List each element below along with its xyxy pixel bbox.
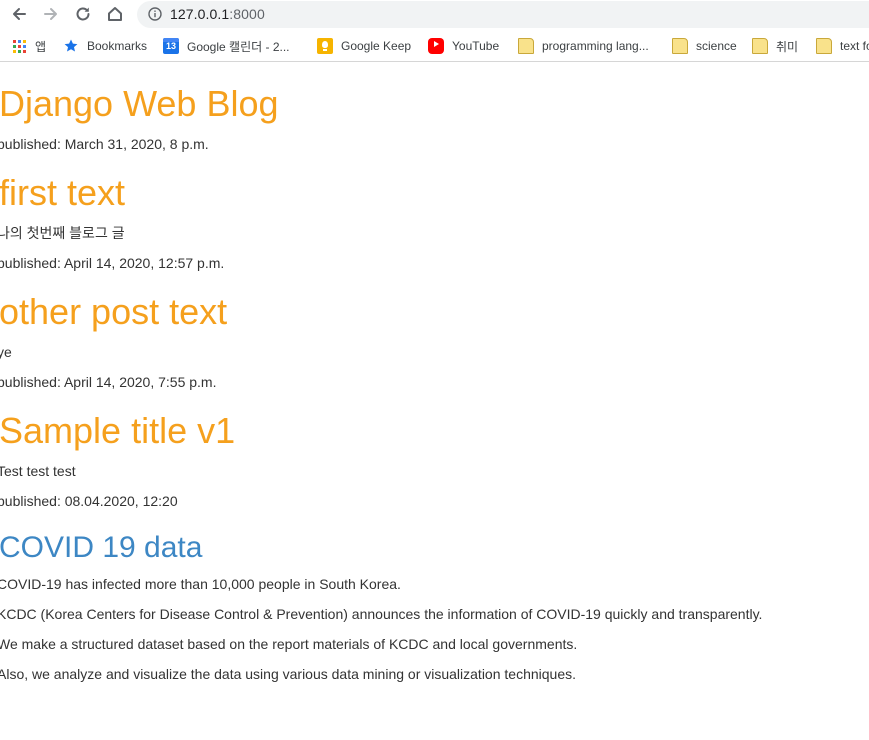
google-calendar-icon: 13	[163, 38, 179, 54]
covid-paragraph: We make a structured dataset based on th…	[0, 636, 578, 652]
site-info-icon[interactable]	[148, 7, 162, 21]
youtube-icon	[428, 38, 444, 54]
url-port: :8000	[229, 6, 265, 22]
forward-button[interactable]	[40, 3, 62, 25]
post-text: 나의 첫번째 블로그 글	[0, 225, 125, 241]
post-title: first text	[0, 172, 126, 213]
folder-icon	[752, 38, 768, 54]
bookmark-label: YouTube	[452, 39, 500, 53]
covid-paragraph: KCDC (Korea Centers for Disease Control …	[0, 606, 763, 622]
post-published-date: published: April 14, 2020, 12:57 p.m.	[0, 255, 225, 271]
post-text: Test test test	[0, 463, 76, 479]
bookmark-folder-programming[interactable]: programming lang...	[518, 37, 649, 55]
star-icon	[63, 38, 79, 54]
covid-paragraph: Also, we analyze and visualize the data …	[0, 666, 577, 682]
post-published-date: published: April 14, 2020, 7:55 p.m.	[0, 374, 217, 390]
post-title: other post text	[0, 291, 228, 332]
home-icon	[108, 7, 122, 21]
bookmark-google-calendar[interactable]: 13 Google 캘린더 - 2...	[163, 37, 290, 55]
apps-icon	[11, 38, 27, 54]
bookmark-folder-text[interactable]: text fo	[816, 37, 869, 55]
back-arrow-icon	[13, 8, 26, 20]
bookmark-google-keep[interactable]: Google Keep	[317, 37, 411, 55]
bookmark-apps[interactable]: 앱	[11, 37, 46, 55]
bookmark-label: Google 캘린더 - 2...	[187, 39, 290, 54]
bookmark-label: science	[696, 39, 737, 53]
reload-button[interactable]	[72, 3, 94, 25]
url-text[interactable]: 127.0.0.1:8000	[170, 6, 265, 22]
bookmark-label: Google Keep	[341, 39, 412, 53]
back-button[interactable]	[8, 3, 30, 25]
bookmark-label: 취미	[776, 39, 799, 54]
bookmark-folder-science[interactable]: science	[672, 37, 737, 55]
home-button[interactable]	[104, 3, 126, 25]
address-bar[interactable]: 127.0.0.1:8000	[137, 1, 869, 28]
covid-paragraph: COVID-19 has infected more than 10,000 p…	[0, 576, 401, 592]
post-published-date: published: 08.04.2020, 12:20	[0, 493, 178, 509]
forward-arrow-icon	[44, 8, 57, 20]
bookmarks-bar: 앱 Bookmarks 13 Google 캘린더 - 2... Google …	[0, 31, 869, 62]
url-host: 127.0.0.1	[170, 6, 230, 22]
bookmark-bookmarks[interactable]: Bookmarks	[63, 37, 147, 55]
folder-icon	[816, 38, 832, 54]
folder-icon	[672, 38, 688, 54]
bookmark-label: Bookmarks	[87, 39, 148, 53]
bookmark-folder-hobby[interactable]: 취미	[752, 37, 798, 55]
bookmark-youtube[interactable]: YouTube	[428, 37, 499, 55]
site-published-date: published: March 31, 2020, 8 p.m.	[0, 136, 209, 152]
bookmark-label: programming lang...	[542, 39, 649, 53]
folder-icon	[518, 38, 534, 54]
google-keep-icon	[317, 38, 333, 54]
browser-toolbar: 127.0.0.1:8000	[0, 0, 869, 30]
reload-icon	[76, 7, 90, 21]
site-title: Django Web Blog	[0, 83, 279, 124]
bookmark-label: text fo	[840, 39, 869, 53]
post-title: Sample title v1	[0, 410, 236, 451]
post-text: ye	[0, 344, 12, 360]
covid-section-title: COVID 19 data	[0, 531, 203, 564]
bookmark-label: 앱	[35, 39, 47, 54]
